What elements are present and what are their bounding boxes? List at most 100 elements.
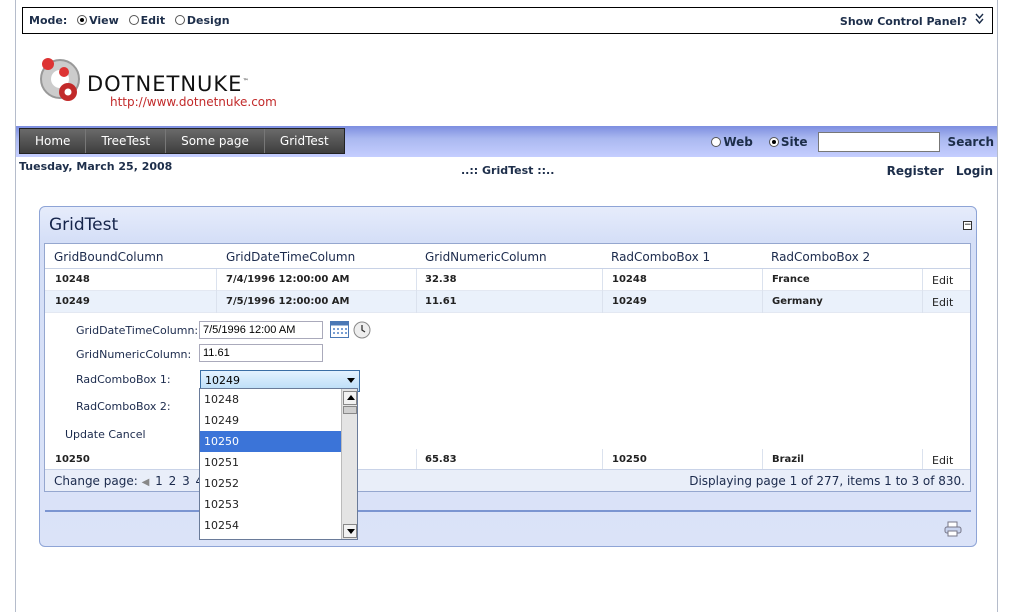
cell-combo1: 10250 <box>612 454 647 465</box>
mode-design-radio[interactable] <box>174 15 185 25</box>
menu-item-some-page[interactable]: Some page <box>166 129 265 153</box>
dropdown-option-selected[interactable]: 10250 <box>200 431 342 452</box>
scroll-up-button[interactable] <box>343 391 357 405</box>
dropdown-option[interactable]: 10248 <box>200 389 342 410</box>
user-links: Register Login <box>879 164 993 178</box>
print-icon[interactable] <box>944 521 962 537</box>
edit-link[interactable]: Edit <box>932 296 953 309</box>
cell-numeric: 11.61 <box>425 296 457 307</box>
cell-combo1: 10249 <box>612 296 647 307</box>
header-radcombobox1[interactable]: RadComboBox 1 <box>611 250 710 264</box>
mode-edit-label[interactable]: Edit <box>141 14 165 27</box>
mode-edit-radio[interactable] <box>128 15 139 25</box>
pager-left: Change page: ◀ 1 2 3 4 5 <box>54 474 217 488</box>
cell-numeric: 32.38 <box>425 274 457 285</box>
numeric-input[interactable] <box>199 344 323 362</box>
search-input[interactable] <box>817 132 940 152</box>
rad-grid: GridBoundColumn GridDateTimeColumn GridN… <box>44 243 971 492</box>
logo-tm: ™ <box>242 78 250 85</box>
table-row: 10248 7/4/1996 12:00:00 AM 32.38 10248 F… <box>45 269 970 291</box>
combo1-dropdown-list: 10248 10249 10250 10251 10252 10253 1025… <box>199 388 358 540</box>
date-field-label: GridDateTimeColumn: <box>76 324 199 337</box>
page-link-1[interactable]: 1 <box>155 474 163 488</box>
change-page-label: Change page: <box>54 474 138 488</box>
navigation-bar: Home TreeTest Some page GridTest Web Sit… <box>16 126 997 157</box>
minimize-icon[interactable]: − <box>963 221 972 230</box>
header-griddatetimecolumn[interactable]: GridDateTimeColumn <box>226 250 355 264</box>
login-link[interactable]: Login <box>956 164 993 178</box>
table-row: 10250 65.83 10250 Brazil Edit <box>45 449 970 471</box>
combo1-value[interactable]: 10249 <box>205 374 240 387</box>
search-web-radio[interactable] <box>711 137 722 147</box>
current-date: Tuesday, March 25, 2008 <box>19 160 173 173</box>
gear-logo-icon <box>40 58 80 101</box>
double-chevron-down-icon[interactable] <box>975 13 984 28</box>
main-menu: Home TreeTest Some page GridTest <box>19 128 345 154</box>
dropdown-arrow-icon[interactable] <box>347 378 355 383</box>
prev-page-icon[interactable]: ◀ <box>142 477 150 488</box>
inline-edit-form: GridDateTimeColumn: GridNumericColumn: R… <box>45 313 970 449</box>
mode-design-label[interactable]: Design <box>187 14 230 27</box>
logo-wordmark: DOTNETNUKE™ <box>87 72 249 96</box>
page-link-3[interactable]: 3 <box>182 474 190 488</box>
search-box: Web Site Search <box>705 132 994 152</box>
update-cancel-links[interactable]: Update Cancel <box>65 428 146 441</box>
control-panel: Mode: View Edit Design Show Control Pane… <box>22 7 993 34</box>
page-link-2[interactable]: 2 <box>169 474 177 488</box>
menu-item-gridtest[interactable]: GridTest <box>264 129 344 153</box>
mode-view-radio[interactable] <box>77 15 88 25</box>
search-site-radio[interactable] <box>768 137 779 147</box>
pager-info: Displaying page 1 of 277, items 1 to 3 o… <box>689 474 965 488</box>
dropdown-option[interactable]: 10253 <box>200 494 342 515</box>
edit-link[interactable]: Edit <box>932 454 953 467</box>
cell-combo1: 10248 <box>612 274 647 285</box>
dropdown-option[interactable]: 10251 <box>200 452 342 473</box>
show-control-panel-link[interactable]: Show Control Panel? <box>840 13 984 28</box>
combo2-field-label: RadComboBox 2: <box>76 400 171 413</box>
site-logo[interactable]: DOTNETNUKE™ http://www.dotnetnuke.com <box>34 52 294 112</box>
search-web-label[interactable]: Web <box>723 135 753 149</box>
module-title: GridTest <box>49 215 119 235</box>
logo-url[interactable]: http://www.dotnetnuke.com <box>110 95 277 109</box>
cell-date: 7/5/1996 12:00:00 AM <box>226 296 350 307</box>
clock-icon[interactable] <box>353 321 371 339</box>
breadcrumb: ..:: GridTest ::.. <box>461 164 555 177</box>
dropdown-scrollbar[interactable] <box>341 389 357 539</box>
scroll-down-button[interactable] <box>343 524 357 538</box>
cell-combo2: Brazil <box>772 454 804 465</box>
edit-link[interactable]: Edit <box>932 274 953 287</box>
header-radcombobox2[interactable]: RadComboBox 2 <box>771 250 870 264</box>
search-site-label[interactable]: Site <box>781 135 808 149</box>
numeric-field-label: GridNumericColumn: <box>76 348 192 361</box>
grid-header: GridBoundColumn GridDateTimeColumn GridN… <box>45 244 970 269</box>
dropdown-option[interactable]: 10254 <box>200 515 342 536</box>
header-gridboundcolumn[interactable]: GridBoundColumn <box>54 250 164 264</box>
dropdown-option[interactable]: 10252 <box>200 473 342 494</box>
arrow-up-icon <box>347 395 355 400</box>
cell-id: 10249 <box>55 296 90 307</box>
grid-pager: Change page: ◀ 1 2 3 4 5 Displaying page… <box>45 469 970 491</box>
show-control-panel-label[interactable]: Show Control Panel? <box>840 15 967 28</box>
header-gridnumericcolumn[interactable]: GridNumericColumn <box>425 250 547 264</box>
cell-combo2: France <box>772 274 810 285</box>
calendar-icon[interactable] <box>330 321 349 338</box>
mode-label: Mode: <box>29 14 68 27</box>
search-button[interactable]: Search <box>948 135 994 149</box>
cell-id: 10248 <box>55 274 90 285</box>
table-row: 10249 7/5/1996 12:00:00 AM 11.61 10249 G… <box>45 291 970 313</box>
logo-name: DOTNETNUKE <box>87 72 243 96</box>
cell-numeric: 65.83 <box>425 454 457 465</box>
mode-view-label[interactable]: View <box>89 14 119 27</box>
menu-item-treetest[interactable]: TreeTest <box>86 129 167 153</box>
register-link[interactable]: Register <box>887 164 944 178</box>
menu-item-home[interactable]: Home <box>20 129 87 153</box>
dropdown-option[interactable]: 10249 <box>200 410 342 431</box>
date-input[interactable] <box>199 321 323 339</box>
scroll-thumb[interactable] <box>343 406 357 414</box>
cell-id: 10250 <box>55 454 90 465</box>
arrow-down-icon <box>347 529 355 534</box>
cell-date: 7/4/1996 12:00:00 AM <box>226 274 350 285</box>
module-separator <box>45 510 971 512</box>
cell-combo2: Germany <box>772 296 823 307</box>
mode-selector: Mode: View Edit Design <box>29 14 230 27</box>
